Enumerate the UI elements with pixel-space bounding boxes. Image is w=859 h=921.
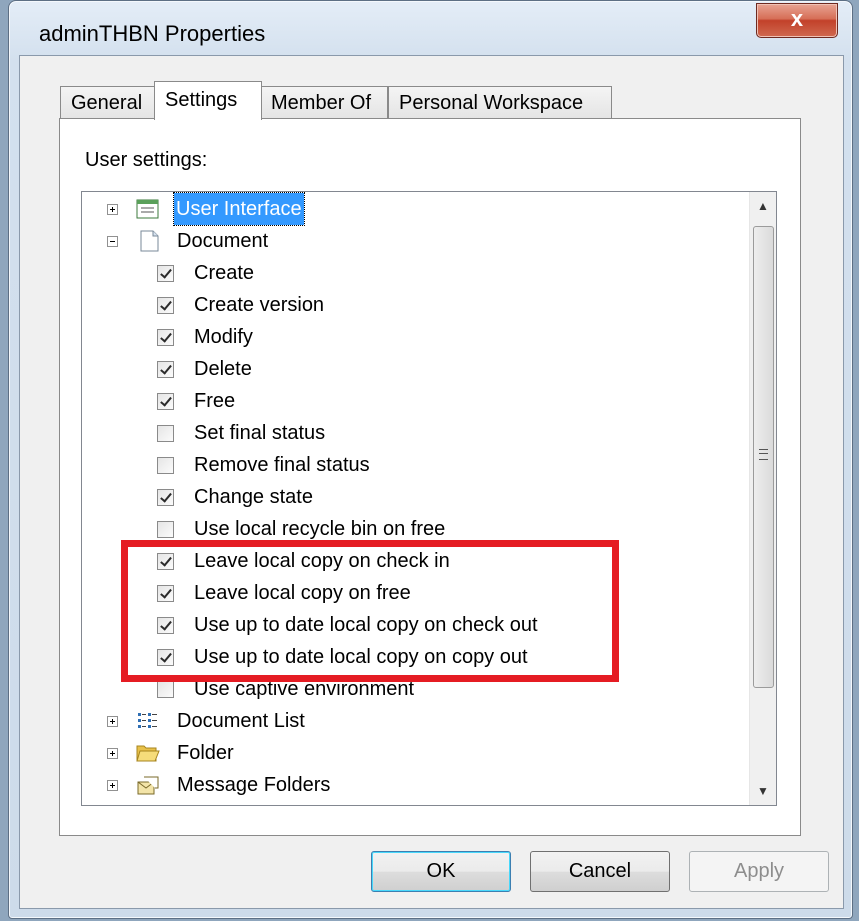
properties-dialog: adminTHBN Properties x General Settings … [8,0,853,919]
setting-checkbox[interactable] [157,393,174,410]
tree-node-label: Message Folders [177,774,331,796]
user-settings-tree[interactable]: User Interface Document Create Create ver… [81,191,777,806]
scrollbar-thumb[interactable] [753,226,774,688]
setting-checkbox[interactable] [157,489,174,506]
dialog-client-area: General Settings Member Of Personal Work… [19,55,844,909]
tree-node-label: Folder [177,742,234,764]
ok-button[interactable]: OK [371,851,511,892]
setting-label: Use local recycle bin on free [194,518,446,540]
setting-label: Free [194,390,236,412]
setting-checkbox[interactable] [157,425,174,442]
setting-label: Leave local copy on check in [194,550,450,572]
tab-settings[interactable]: Settings [154,81,262,120]
setting-checkbox[interactable] [157,553,174,570]
user-settings-label: User settings: [85,149,208,171]
setting-checkbox[interactable] [157,521,174,538]
setting-checkbox[interactable] [157,329,174,346]
scroll-down-arrow-icon[interactable]: ▼ [750,777,776,805]
tree-node-label[interactable]: User Interface [173,192,305,226]
tree-vertical-scrollbar[interactable]: ▲ ▼ [749,192,776,805]
apply-button[interactable]: Apply [689,851,829,892]
setting-label: Create version [194,294,325,316]
setting-label: Set final status [194,422,326,444]
window-icon [136,198,160,220]
setting-checkbox[interactable] [157,265,174,282]
settings-tab-panel: User settings: User Interface Document C… [59,118,801,836]
setting-label: Use up to date local copy on copy out [194,646,528,668]
setting-label: Change state [194,486,313,508]
setting-label: Remove final status [194,454,370,476]
setting-checkbox[interactable] [157,649,174,666]
setting-label: Leave local copy on free [194,582,411,604]
tree-node-label: Document [177,230,269,252]
setting-checkbox[interactable] [157,297,174,314]
expand-icon[interactable] [107,780,118,791]
setting-label: Create [194,262,255,284]
setting-label: Use captive environment [194,678,415,700]
tree-node-label: Document List [177,710,305,732]
envelope-icon [136,774,160,796]
document-icon [138,230,162,252]
setting-checkbox[interactable] [157,681,174,698]
scrollbar-grip-icon [759,449,768,460]
tab-member-of[interactable]: Member Of [260,86,388,119]
collapse-icon[interactable] [107,236,118,247]
setting-checkbox[interactable] [157,457,174,474]
tab-personal-workspace[interactable]: Personal Workspace [388,86,612,119]
expand-icon[interactable] [107,204,118,215]
close-button[interactable]: x [756,3,838,38]
setting-checkbox[interactable] [157,585,174,602]
setting-checkbox[interactable] [157,361,174,378]
folder-icon [136,742,160,764]
expand-icon[interactable] [107,716,118,727]
dialog-title: adminTHBN Properties [39,21,266,46]
setting-checkbox[interactable] [157,617,174,634]
cancel-button[interactable]: Cancel [530,851,670,892]
expand-icon[interactable] [107,748,118,759]
setting-label: Modify [194,326,253,348]
tab-general[interactable]: General [60,86,156,119]
setting-label: Delete [194,358,252,380]
list-icon [136,710,160,732]
scroll-up-arrow-icon[interactable]: ▲ [750,192,776,220]
setting-label: Use up to date local copy on check out [194,614,538,636]
